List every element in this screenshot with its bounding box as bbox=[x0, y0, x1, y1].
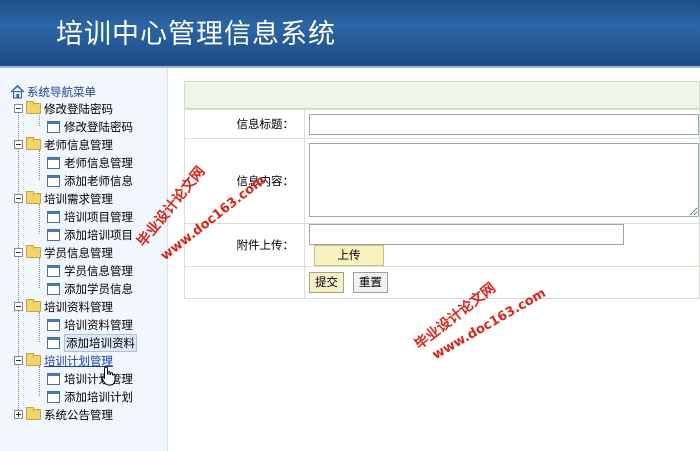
nav-group-label: 系统公告管理 bbox=[44, 407, 113, 422]
nav-group-notice[interactable]: 系统公告管理 bbox=[14, 406, 113, 423]
nav-group-demand[interactable]: 培训需求管理 bbox=[14, 190, 113, 207]
page-icon bbox=[47, 318, 60, 331]
tree-connector bbox=[39, 204, 40, 234]
sidebar: 系统导航菜单 修改登陆密码 修改登陆密码 老师信息管理 老师信息管理 添加老师信… bbox=[0, 68, 168, 451]
page-icon bbox=[47, 264, 60, 277]
page-icon bbox=[47, 228, 60, 241]
expand-icon[interactable] bbox=[14, 410, 23, 419]
nav-root[interactable]: 系统导航菜单 bbox=[10, 84, 96, 100]
page-icon bbox=[47, 336, 60, 349]
page-icon bbox=[47, 156, 60, 169]
title-input[interactable] bbox=[309, 113, 699, 135]
collapse-icon[interactable] bbox=[14, 248, 23, 257]
nav-group-label: 培训需求管理 bbox=[44, 191, 113, 206]
app-title: 培训中心管理信息系统 bbox=[56, 19, 336, 50]
collapse-icon[interactable] bbox=[14, 140, 23, 149]
collapse-icon[interactable] bbox=[14, 356, 23, 365]
content-textarea[interactable] bbox=[309, 142, 699, 217]
tree-connector bbox=[39, 150, 40, 180]
page-icon bbox=[47, 120, 60, 133]
nav-item-teacher-manage[interactable]: 老师信息管理 bbox=[47, 154, 133, 171]
collapse-icon[interactable] bbox=[14, 104, 23, 113]
nav-item-label: 培训资料管理 bbox=[64, 317, 133, 332]
nav-group-label: 老师信息管理 bbox=[44, 137, 113, 152]
nav-item-teacher-add[interactable]: 添加老师信息 bbox=[47, 172, 133, 189]
folder-icon bbox=[26, 407, 41, 420]
upload-button[interactable]: 上传 bbox=[314, 245, 384, 266]
folder-icon bbox=[26, 191, 41, 204]
attachment-input[interactable] bbox=[309, 224, 624, 245]
tree-connector bbox=[39, 366, 40, 396]
nav-group-plan[interactable]: 培训计划管理 bbox=[14, 352, 113, 369]
hand-cursor-icon bbox=[101, 366, 116, 386]
actions-label-cell bbox=[184, 266, 305, 299]
page-icon bbox=[47, 174, 60, 187]
nav-item-label: 添加老师信息 bbox=[64, 173, 133, 188]
nav-group-label: 学员信息管理 bbox=[44, 245, 113, 260]
nav-item-label: 添加培训项目 bbox=[64, 227, 133, 242]
nav-group-password[interactable]: 修改登陆密码 bbox=[14, 100, 113, 117]
content-label: 信息内容： bbox=[184, 138, 305, 224]
nav-item-material-manage[interactable]: 培训资料管理 bbox=[47, 316, 133, 333]
nav-item-label: 老师信息管理 bbox=[64, 155, 133, 170]
info-form: 信息标题： 信息内容： 附件上传： 上传 提交 重置 bbox=[184, 109, 700, 299]
nav-item-student-manage[interactable]: 学员信息管理 bbox=[47, 262, 133, 279]
folder-icon bbox=[26, 137, 41, 150]
nav-group-label: 修改登陆密码 bbox=[44, 101, 113, 116]
nav-item-label: 学员信息管理 bbox=[64, 263, 133, 278]
home-icon bbox=[10, 85, 25, 99]
main-content: 信息标题： 信息内容： 附件上传： 上传 提交 重置 bbox=[184, 81, 700, 299]
tree-connector bbox=[39, 258, 40, 288]
nav-root-label: 系统导航菜单 bbox=[27, 85, 96, 99]
folder-icon bbox=[26, 245, 41, 258]
nav-item-label: 添加培训计划 bbox=[64, 389, 133, 404]
nav-item-material-add[interactable]: 添加培训资料 bbox=[47, 333, 137, 352]
form-header-bar bbox=[184, 81, 700, 109]
nav-item-project-add[interactable]: 添加培训项目 bbox=[47, 226, 133, 243]
nav-item-project-manage[interactable]: 培训项目管理 bbox=[47, 208, 133, 225]
reset-button[interactable]: 重置 bbox=[352, 272, 388, 293]
nav-group-material[interactable]: 培训资料管理 bbox=[14, 298, 113, 315]
title-label: 信息标题： bbox=[184, 109, 305, 139]
page-icon bbox=[47, 390, 60, 403]
collapse-icon[interactable] bbox=[14, 302, 23, 311]
folder-icon bbox=[26, 299, 41, 312]
nav-item-label-selected: 添加培训资料 bbox=[64, 333, 137, 352]
nav-item-student-add[interactable]: 添加学员信息 bbox=[47, 280, 133, 297]
nav-item-label: 培训计划管理 bbox=[64, 371, 133, 386]
nav-item-label: 培训项目管理 bbox=[64, 209, 133, 224]
folder-icon bbox=[26, 101, 41, 114]
submit-button[interactable]: 提交 bbox=[309, 272, 344, 293]
nav-item-plan-manage[interactable]: 培训计划管理 bbox=[47, 370, 133, 387]
nav-item-change-password[interactable]: 修改登陆密码 bbox=[47, 118, 133, 135]
collapse-icon[interactable] bbox=[14, 194, 23, 203]
nav-group-student[interactable]: 学员信息管理 bbox=[14, 244, 113, 261]
nav-group-teacher[interactable]: 老师信息管理 bbox=[14, 136, 113, 153]
page-icon bbox=[47, 372, 60, 385]
tree-connector bbox=[39, 312, 40, 342]
app-header: 培训中心管理信息系统 bbox=[0, 0, 700, 66]
page-icon bbox=[47, 282, 60, 295]
nav-tree: 系统导航菜单 修改登陆密码 修改登陆密码 老师信息管理 老师信息管理 添加老师信… bbox=[0, 68, 168, 451]
nav-group-label: 培训资料管理 bbox=[44, 299, 113, 314]
page-icon bbox=[47, 210, 60, 223]
nav-item-label: 修改登陆密码 bbox=[64, 119, 133, 134]
nav-item-plan-add[interactable]: 添加培训计划 bbox=[47, 388, 133, 405]
attachment-label: 附件上传： bbox=[184, 223, 305, 267]
nav-item-label: 添加学员信息 bbox=[64, 281, 133, 296]
folder-icon bbox=[26, 353, 41, 366]
